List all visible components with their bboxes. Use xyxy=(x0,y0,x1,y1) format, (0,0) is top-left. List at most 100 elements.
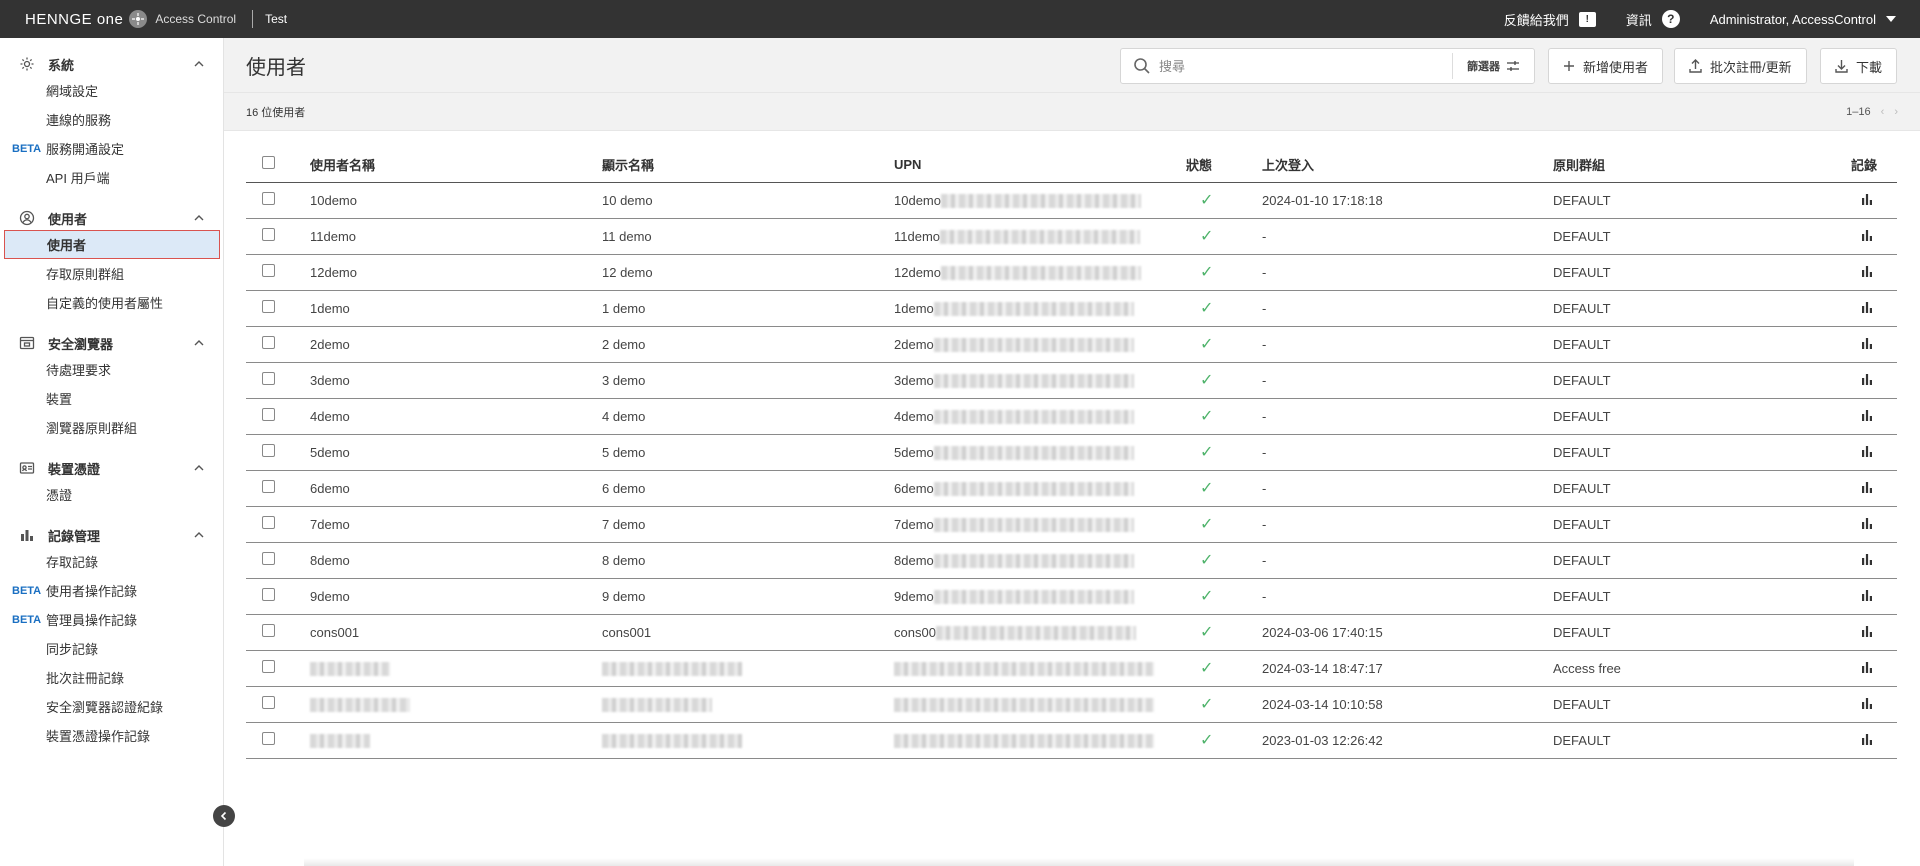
sidebar-item-browser-policy-groups[interactable]: 瀏覽器原則群組 xyxy=(0,413,223,442)
table-row[interactable]: 10demo 10 demo 10demo ✓ 2024-01-10 17:18:18 D… xyxy=(246,182,1897,219)
sidebar-item-provisioning[interactable]: BETA 服務開通設定 xyxy=(0,134,223,163)
section-header-logs[interactable]: 記錄管理 xyxy=(0,523,223,547)
bar-chart-icon[interactable] xyxy=(1861,553,1873,565)
next-page-icon[interactable]: › xyxy=(1894,106,1898,118)
table-row[interactable]: 3demo 3 demo 3demo ✓ - DEFAULT xyxy=(246,362,1897,399)
row-checkbox[interactable] xyxy=(262,696,275,709)
col-header-policy-group[interactable]: 原則群組 xyxy=(1553,147,1843,183)
table-row[interactable]: 6demo 6 demo 6demo ✓ - DEFAULT xyxy=(246,470,1897,507)
sidebar-item-users[interactable]: 使用者 xyxy=(4,230,220,259)
sidebar-item-bulk-registration-logs[interactable]: 批次註冊記錄 xyxy=(0,663,223,692)
search-input[interactable] xyxy=(1159,58,1449,74)
username-cell[interactable]: 8demo xyxy=(310,553,350,568)
bar-chart-icon[interactable] xyxy=(1861,697,1873,709)
row-checkbox[interactable] xyxy=(262,516,275,529)
sidebar-item-devices[interactable]: 裝置 xyxy=(0,384,223,413)
bar-chart-icon[interactable] xyxy=(1861,337,1873,349)
sidebar-item-secure-browser-auth-logs[interactable]: 安全瀏覽器認證紀錄 xyxy=(0,692,223,721)
sidebar-item-pending-requests[interactable]: 待處理要求 xyxy=(0,355,223,384)
username-cell[interactable]: 2demo xyxy=(310,337,350,352)
row-checkbox[interactable] xyxy=(262,336,275,349)
bar-chart-icon[interactable] xyxy=(1861,265,1873,277)
sidebar-item-domain-settings[interactable]: 網域設定 xyxy=(0,76,223,105)
section-header-secure-browser[interactable]: 安全瀏覽器 xyxy=(0,331,223,355)
username-cell[interactable]: cons001 xyxy=(310,625,359,640)
bulk-register-button[interactable]: 批次註冊/更新 xyxy=(1674,48,1807,84)
col-header-display-name[interactable]: 顯示名稱 xyxy=(602,147,894,183)
table-row[interactable]: 9demo 9 demo 9demo ✓ - DEFAULT xyxy=(246,578,1897,615)
row-checkbox[interactable] xyxy=(262,480,275,493)
username-cell[interactable]: 12demo xyxy=(310,265,357,280)
username-cell[interactable]: 6demo xyxy=(310,481,350,496)
sidebar-item-api-clients[interactable]: API 用戶端 xyxy=(0,163,223,192)
col-header-last-login[interactable]: 上次登入 xyxy=(1262,147,1553,183)
row-checkbox[interactable] xyxy=(262,732,275,745)
row-checkbox[interactable] xyxy=(262,372,275,385)
row-checkbox[interactable] xyxy=(262,264,275,277)
sidebar-item-custom-attributes[interactable]: 自定義的使用者屬性 xyxy=(0,288,223,317)
bar-chart-icon[interactable] xyxy=(1861,409,1873,421)
username-cell[interactable]: 1demo xyxy=(310,301,350,316)
username-cell[interactable]: 5demo xyxy=(310,445,350,460)
row-checkbox[interactable] xyxy=(262,444,275,457)
table-row[interactable]: ✓ 2024-03-14 18:47:17 Access free xyxy=(246,650,1897,687)
sidebar-item-access-logs[interactable]: 存取記錄 xyxy=(0,547,223,576)
sidebar-item-admin-operation-logs[interactable]: BETA 管理員操作記錄 xyxy=(0,605,223,634)
bar-chart-icon[interactable] xyxy=(1861,733,1873,745)
bar-chart-icon[interactable] xyxy=(1861,373,1873,385)
table-row[interactable]: 4demo 4 demo 4demo ✓ - DEFAULT xyxy=(246,398,1897,435)
sidebar-item-sync-logs[interactable]: 同步記錄 xyxy=(0,634,223,663)
sidebar-item-connected-services[interactable]: 連線的服務 xyxy=(0,105,223,134)
bar-chart-icon[interactable] xyxy=(1861,589,1873,601)
download-button[interactable]: 下載 xyxy=(1820,48,1898,84)
table-row[interactable]: ✓ 2024-03-14 10:10:58 DEFAULT xyxy=(246,686,1897,723)
table-row[interactable]: 1demo 1 demo 1demo ✓ - DEFAULT xyxy=(246,290,1897,327)
table-row[interactable]: 7demo 7 demo 7demo ✓ - DEFAULT xyxy=(246,506,1897,543)
col-header-upn[interactable]: UPN xyxy=(894,147,1186,183)
user-menu[interactable]: Administrator, AccessControl xyxy=(1710,12,1896,27)
table-row[interactable]: 2demo 2 demo 2demo ✓ - DEFAULT xyxy=(246,326,1897,363)
table-row[interactable]: ✓ 2023-01-03 12:26:42 DEFAULT xyxy=(246,722,1897,759)
prev-page-icon[interactable]: ‹ xyxy=(1881,106,1885,118)
add-user-button[interactable]: 新增使用者 xyxy=(1548,48,1664,84)
filter-button[interactable]: 篩選器 xyxy=(1452,53,1534,79)
bar-chart-icon[interactable] xyxy=(1861,517,1873,529)
bar-chart-icon[interactable] xyxy=(1861,625,1873,637)
bar-chart-icon[interactable] xyxy=(1861,445,1873,457)
row-checkbox[interactable] xyxy=(262,552,275,565)
col-header-status[interactable]: 狀態 xyxy=(1186,147,1262,183)
username-cell[interactable]: 11demo xyxy=(310,229,356,244)
username-cell[interactable]: 9demo xyxy=(310,589,350,604)
row-checkbox[interactable] xyxy=(262,660,275,673)
table-row[interactable]: 11demo 11 demo 11demo ✓ - DEFAULT xyxy=(246,218,1897,255)
app-logo[interactable]: HENNGE one Access Control xyxy=(25,10,236,28)
sidebar-item-access-policy-groups[interactable]: 存取原則群組 xyxy=(0,259,223,288)
sidebar-item-certificates[interactable]: 憑證 xyxy=(0,480,223,509)
row-checkbox[interactable] xyxy=(262,588,275,601)
select-all-checkbox[interactable] xyxy=(262,156,275,170)
sidebar-item-user-operation-logs[interactable]: BETA 使用者操作記錄 xyxy=(0,576,223,605)
table-row[interactable]: cons001 cons001 cons00 ✓ 2024-03-06 17:40:15… xyxy=(246,614,1897,651)
section-header-users[interactable]: 使用者 xyxy=(0,206,223,230)
username-cell[interactable]: 3demo xyxy=(310,373,350,388)
username-cell[interactable]: 4demo xyxy=(310,409,350,424)
row-checkbox[interactable] xyxy=(262,228,275,241)
bar-chart-icon[interactable] xyxy=(1861,193,1873,205)
section-header-device-certificates[interactable]: 裝置憑證 xyxy=(0,456,223,480)
bar-chart-icon[interactable] xyxy=(1861,661,1873,673)
row-checkbox[interactable] xyxy=(262,624,275,637)
info-button[interactable]: 資訊 ? xyxy=(1626,10,1680,29)
row-checkbox[interactable] xyxy=(262,192,275,205)
table-row[interactable]: 8demo 8 demo 8demo ✓ - DEFAULT xyxy=(246,542,1897,579)
row-checkbox[interactable] xyxy=(262,408,275,421)
row-checkbox[interactable] xyxy=(262,300,275,313)
bar-chart-icon[interactable] xyxy=(1861,301,1873,313)
col-header-username[interactable]: 使用者名稱 xyxy=(310,147,602,183)
bar-chart-icon[interactable] xyxy=(1861,229,1873,241)
section-header-system[interactable]: 系統 xyxy=(0,52,223,76)
bar-chart-icon[interactable] xyxy=(1861,481,1873,493)
username-cell[interactable]: 10demo xyxy=(310,193,357,208)
table-row[interactable]: 12demo 12 demo 12demo ✓ - DEFAULT xyxy=(246,254,1897,291)
sidebar-item-device-cert-logs[interactable]: 裝置憑證操作記錄 xyxy=(0,721,223,750)
feedback-button[interactable]: 反饋給我們 ! xyxy=(1504,10,1596,29)
